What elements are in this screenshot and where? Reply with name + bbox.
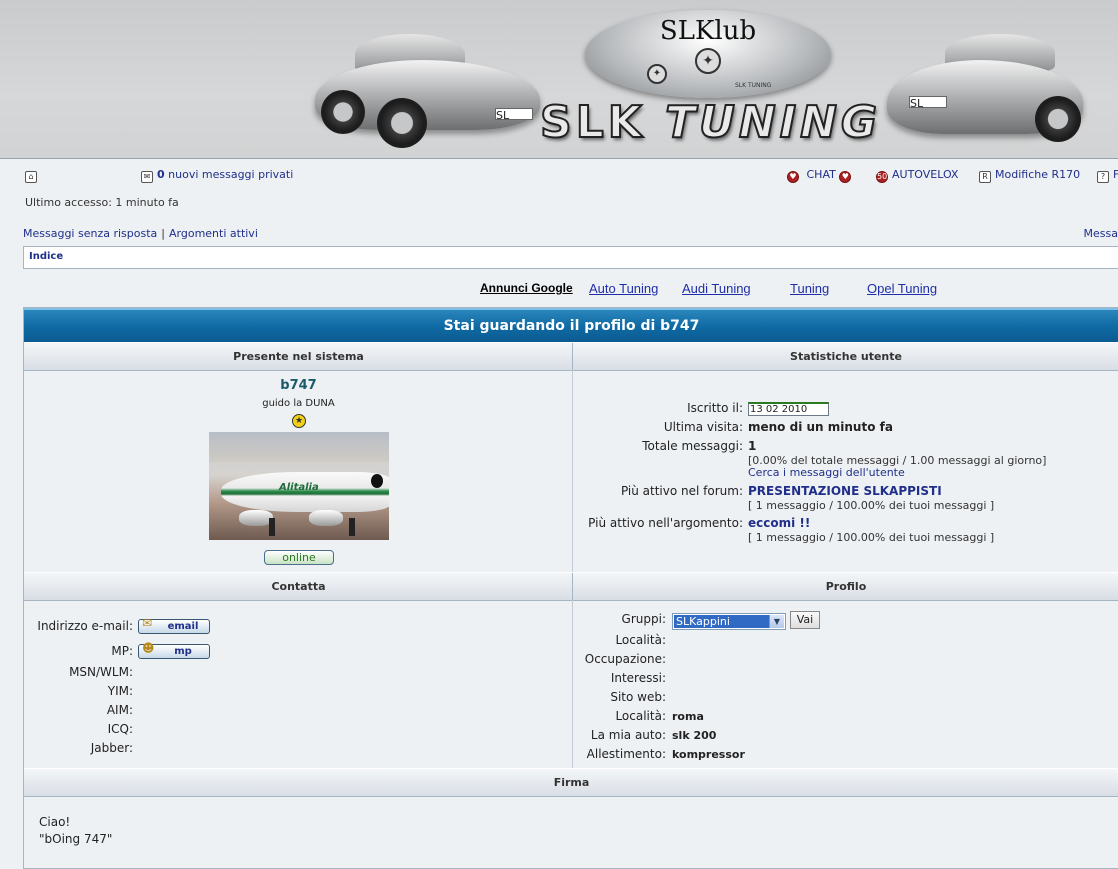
- heart-icon: ♥: [787, 171, 799, 183]
- users-icon: ☻: [142, 641, 155, 655]
- topic-detail: [ 1 messaggio / 100.00% dei tuoi messagg…: [748, 531, 995, 544]
- most-active-topic-label: Più attivo nell'argomento:: [588, 516, 743, 530]
- most-active-forum-link[interactable]: PRESENTAZIONE SLKAPPISTI: [748, 484, 942, 498]
- site-banner: SL SLKlub ✦ ✦ SLK TUNING SLK TUNING SL: [0, 0, 1118, 159]
- logo-small-text: SLK TUNING: [735, 82, 772, 89]
- groups-select[interactable]: SLKappini ▼: [672, 613, 786, 630]
- messages-link[interactable]: Messa: [1084, 227, 1118, 240]
- chevron-down-icon: ▼: [769, 615, 784, 628]
- ad-opel-tuning[interactable]: Opel Tuning: [867, 281, 937, 296]
- last-visit-text: Ultimo accesso: 1 minuto fa: [25, 196, 179, 209]
- msn-label: MSN/WLM:: [69, 665, 133, 679]
- car-label: La mia auto:: [590, 728, 666, 742]
- chat-link[interactable]: ♥ CHAT ♥: [787, 168, 855, 183]
- search-user-posts-link[interactable]: Cerca i messaggi dell'utente: [748, 466, 905, 479]
- car-value: slk 200: [672, 729, 717, 742]
- location2-value: roma: [672, 710, 704, 723]
- online-status-badge: online: [264, 550, 334, 565]
- ads-title[interactable]: Annunci Google: [480, 281, 573, 295]
- profile-header: Profilo: [825, 580, 867, 593]
- private-messages-link[interactable]: ✉ 0 nuovi messaggi privati: [141, 168, 293, 183]
- top-nav: ⌂ ✉ 0 nuovi messaggi privati ♥ CHAT ♥ 50 A…: [0, 166, 1118, 186]
- signature-header-row: Firma: [24, 768, 1118, 797]
- question-icon: ?: [1097, 171, 1109, 183]
- aim-label: AIM:: [106, 703, 133, 717]
- stats-header: Statistiche utente: [790, 350, 902, 363]
- unanswered-posts-link[interactable]: Messaggi senza risposta: [23, 227, 157, 240]
- speed-limit-icon: 50: [876, 171, 888, 183]
- logo-title: SLKlub: [659, 16, 757, 46]
- section-header-row: Presente nel sistema Statistiche utente: [24, 342, 1118, 371]
- ad-auto-tuning[interactable]: Auto Tuning: [589, 281, 658, 296]
- jabber-label: Jabber:: [90, 741, 133, 755]
- user-avatar: Alitalia: [209, 432, 389, 540]
- trim-value: kompressor: [672, 748, 745, 761]
- go-button[interactable]: Vai: [790, 611, 820, 629]
- signature-line-2: "bOing 747": [39, 832, 113, 846]
- active-topics-link[interactable]: Argomenti attivi: [169, 227, 258, 240]
- contact-profile-header-row: Contatta Profilo: [24, 572, 1118, 601]
- mercedes-star-icon-small: ✦: [647, 64, 667, 84]
- slk-tuning-logo: SLK TUNING: [539, 96, 882, 149]
- most-active-forum-label: Più attivo nel forum:: [620, 484, 743, 498]
- avatar-caption: Alitalia: [279, 482, 319, 493]
- email-label: Indirizzo e-mail:: [37, 619, 133, 633]
- location2-label: Località:: [615, 709, 666, 723]
- breadcrumb: Indice: [23, 246, 1118, 269]
- mp-label: MP:: [111, 644, 133, 658]
- contact-header: Contatta: [271, 580, 326, 593]
- location-label: Località:: [615, 633, 666, 647]
- heart-icon: ♥: [839, 171, 852, 183]
- envelope-icon: ✉: [142, 616, 153, 630]
- trim-label: Allestimento:: [586, 747, 666, 761]
- private-message-button[interactable]: ☻ mp: [138, 641, 210, 659]
- online-header: Presente nel sistema: [233, 350, 364, 363]
- user-rank: guido la DUNA: [262, 398, 335, 409]
- icq-label: ICQ:: [107, 722, 133, 736]
- ad-audi-tuning[interactable]: Audi Tuning: [682, 281, 751, 296]
- last-visit-value: meno di un minuto fa: [748, 420, 893, 434]
- most-active-topic-link[interactable]: eccomi !!: [748, 516, 810, 530]
- autovelox-link[interactable]: 50 AUTOVELOX: [876, 168, 958, 183]
- joined-value: 13 02 2010: [748, 402, 829, 416]
- ad-tuning[interactable]: Tuning: [790, 281, 829, 296]
- yim-label: YIM:: [107, 684, 133, 698]
- profile-title: Stai guardando il profilo di b747: [443, 318, 700, 334]
- occupation-label: Occupazione:: [584, 652, 666, 666]
- quick-links: Messaggi senza risposta | Argomenti attivi…: [23, 227, 1118, 240]
- forum-detail: [ 1 messaggio / 100.00% dei tuoi messagg…: [748, 499, 995, 512]
- username: b747: [280, 378, 317, 393]
- email-button[interactable]: ✉ email: [138, 616, 210, 634]
- total-posts-value: 1: [748, 439, 757, 453]
- total-posts-label: Totale messaggi:: [642, 439, 743, 453]
- website-label: Sito web:: [610, 690, 666, 704]
- profile-title-bar: Stai guardando il profilo di b747: [24, 308, 1118, 343]
- home-icon[interactable]: ⌂: [25, 168, 41, 183]
- signature-line-1: Ciao!: [39, 815, 71, 829]
- slklub-logo: SLKlub ✦ ✦ SLK TUNING: [585, 10, 831, 98]
- modifiche-r170-link[interactable]: R Modifiche R170: [979, 168, 1080, 183]
- envelope-icon: ✉: [141, 171, 153, 183]
- plate-right: SL: [909, 96, 947, 110]
- profile-table: Stai guardando il profilo di b747 Presen…: [23, 307, 1118, 869]
- car-right-image: SL: [885, 32, 1085, 150]
- joined-label: Iscritto il:: [687, 401, 743, 415]
- last-visit-label: Ultima visita:: [663, 420, 743, 434]
- r-icon: R: [979, 171, 991, 183]
- rank-star-icon: ★: [292, 414, 306, 428]
- signature-header: Firma: [553, 776, 590, 789]
- groups-label: Gruppi:: [621, 612, 666, 626]
- breadcrumb-index[interactable]: Indice: [29, 251, 63, 262]
- plate-left: SL: [495, 108, 533, 122]
- interests-label: Interessi:: [610, 671, 666, 685]
- mercedes-star-icon: ✦: [695, 48, 721, 74]
- car-left-image: SL: [315, 30, 545, 150]
- faq-link[interactable]: ? F: [1097, 168, 1118, 183]
